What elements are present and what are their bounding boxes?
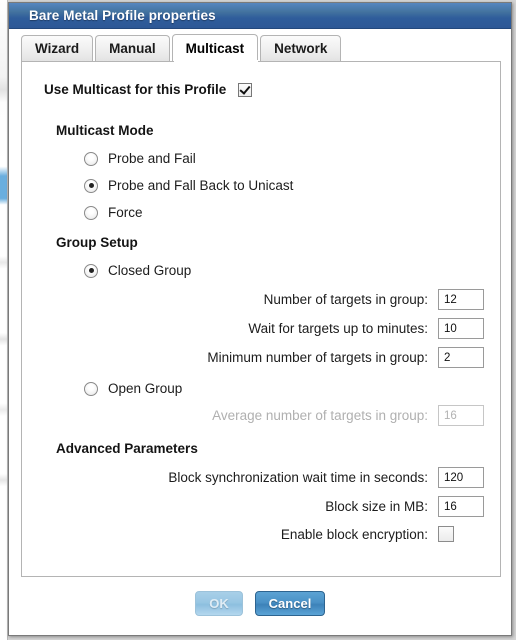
radio-open-group-label: Open Group xyxy=(108,381,183,396)
use-multicast-label: Use Multicast for this Profile xyxy=(44,82,227,97)
field-enable-block-encryption: Enable block encryption: xyxy=(38,526,484,542)
multicast-mode-heading: Multicast Mode xyxy=(56,123,154,138)
ok-button[interactable]: OK xyxy=(195,591,243,616)
radio-probe-and-fail-label: Probe and Fail xyxy=(108,151,196,166)
radio-probe-and-fall-back-to-unicast-label: Probe and Fall Back to Unicast xyxy=(108,178,294,193)
tab-multicast[interactable]: Multicast xyxy=(171,34,259,61)
dialog-title: Bare Metal Profile properties xyxy=(29,8,216,23)
radio-force[interactable]: Force xyxy=(84,205,484,220)
bare-metal-profile-properties-dialog: Bare Metal Profile properties Wizard Man… xyxy=(8,2,512,636)
field-block-size-mb: Block size in MB: xyxy=(38,496,484,517)
field-minimum-number-of-targets-input[interactable] xyxy=(438,347,484,368)
tab-wizard-label: Wizard xyxy=(35,41,80,56)
tab-multicast-label: Multicast xyxy=(185,40,245,56)
tab-strip: Wizard Manual Multicast Network xyxy=(9,34,511,61)
group-setup-heading: Group Setup xyxy=(56,235,138,250)
field-minimum-number-of-targets-label: Minimum number of targets in group: xyxy=(207,350,428,365)
field-block-sync-wait-time-input[interactable] xyxy=(438,467,484,488)
field-average-number-of-targets-input xyxy=(438,405,484,426)
field-number-of-targets-input[interactable] xyxy=(438,289,484,310)
tab-network-label: Network xyxy=(274,41,328,56)
field-number-of-targets: Number of targets in group: xyxy=(38,289,484,310)
dialog-titlebar: Bare Metal Profile properties xyxy=(9,3,511,29)
radio-closed-group-control[interactable] xyxy=(84,263,98,278)
radio-probe-and-fall-back-to-unicast-control[interactable] xyxy=(84,178,98,193)
enable-block-encryption-checkbox[interactable] xyxy=(438,526,454,542)
field-enable-block-encryption-slot xyxy=(438,526,484,542)
field-number-of-targets-label: Number of targets in group: xyxy=(263,292,428,307)
tab-manual-label: Manual xyxy=(109,41,156,56)
field-block-size-mb-label: Block size in MB: xyxy=(325,499,428,514)
use-multicast-row: Use Multicast for this Profile xyxy=(44,82,484,97)
radio-probe-and-fail-control[interactable] xyxy=(84,151,98,166)
tab-manual[interactable]: Manual xyxy=(95,35,170,61)
cancel-button-label: Cancel xyxy=(268,596,312,611)
radio-closed-group-label: Closed Group xyxy=(108,263,192,278)
dialog-footer: OK Cancel xyxy=(9,591,511,616)
field-average-number-of-targets-label: Average number of targets in group: xyxy=(212,408,428,423)
field-average-number-of-targets: Average number of targets in group: xyxy=(38,405,484,426)
use-multicast-checkbox[interactable] xyxy=(238,82,253,97)
radio-closed-group[interactable]: Closed Group xyxy=(84,263,484,278)
field-enable-block-encryption-label: Enable block encryption: xyxy=(280,526,428,542)
cancel-button[interactable]: Cancel xyxy=(255,591,325,616)
tab-network[interactable]: Network xyxy=(260,35,342,61)
multicast-tab-panel: Use Multicast for this Profile Multicast… xyxy=(21,61,501,577)
panel-content: Use Multicast for this Profile Multicast… xyxy=(22,62,500,542)
background-page-sliver xyxy=(0,0,8,640)
radio-open-group-control[interactable] xyxy=(84,381,98,396)
ok-button-label: OK xyxy=(209,596,229,611)
field-block-sync-wait-time: Block synchronization wait time in secon… xyxy=(38,467,484,488)
active-tab-merge xyxy=(173,60,259,62)
radio-probe-and-fall-back-to-unicast[interactable]: Probe and Fall Back to Unicast xyxy=(84,178,484,193)
field-wait-for-targets: Wait for targets up to minutes: xyxy=(38,318,484,339)
radio-probe-and-fail[interactable]: Probe and Fail xyxy=(84,151,484,166)
screen: Bare Metal Profile properties Wizard Man… xyxy=(0,0,516,640)
radio-force-label: Force xyxy=(108,205,143,220)
field-block-size-mb-input[interactable] xyxy=(438,496,484,517)
field-block-sync-wait-time-label: Block synchronization wait time in secon… xyxy=(168,470,428,485)
field-minimum-number-of-targets: Minimum number of targets in group: xyxy=(38,347,484,368)
field-wait-for-targets-input[interactable] xyxy=(438,318,484,339)
field-wait-for-targets-label: Wait for targets up to minutes: xyxy=(248,321,428,336)
advanced-parameters-heading: Advanced Parameters xyxy=(56,441,198,456)
radio-open-group[interactable]: Open Group xyxy=(84,381,484,396)
radio-force-control[interactable] xyxy=(84,205,98,220)
tab-wizard[interactable]: Wizard xyxy=(21,35,94,61)
